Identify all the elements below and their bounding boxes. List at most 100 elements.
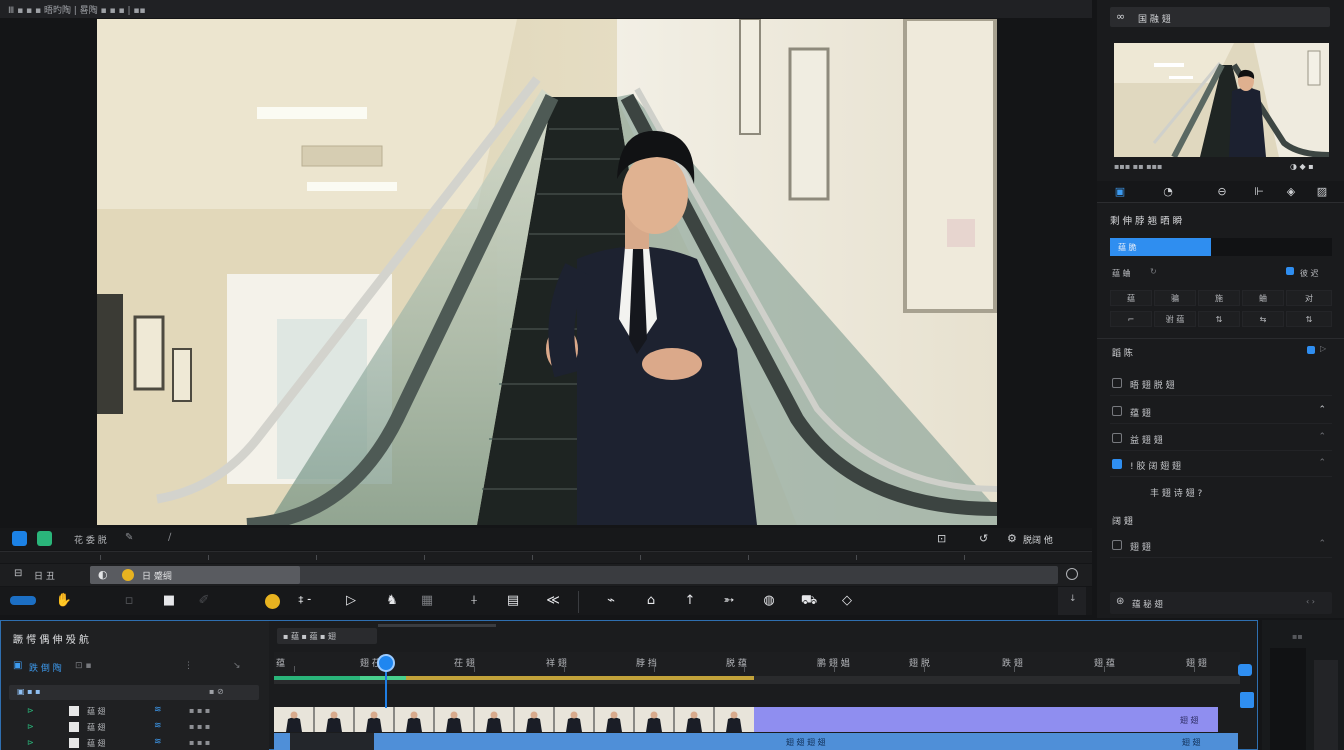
tab-ai-icon[interactable]: ▨ <box>1315 185 1329 199</box>
video-viewer[interactable] <box>97 19 997 525</box>
grid-button-4[interactable]: 蛐 <box>1242 290 1284 306</box>
list-item[interactable]: 蕴 翅 ⌃ <box>1110 400 1332 424</box>
play-icon[interactable]: ▷ <box>342 592 360 610</box>
zoom-handle[interactable] <box>1238 664 1252 676</box>
clip-label: 翅 翅 <box>1180 716 1199 725</box>
arrow-icon[interactable]: ↘ <box>233 661 241 671</box>
pen-icon[interactable]: ✐ <box>195 592 213 610</box>
track-controls-icon[interactable]: ▪ ▪ ▪ <box>189 722 210 731</box>
tab-video-icon[interactable]: ▣ <box>1113 185 1127 199</box>
grid-button-6[interactable]: ⌐ <box>1110 311 1152 327</box>
settings-icon[interactable]: ⚙ <box>1007 532 1017 545</box>
ruler-label: 蕴 <box>276 659 286 669</box>
section-reset-icon[interactable]: ▷ <box>1320 344 1326 353</box>
keyframe-icon[interactable] <box>1286 267 1294 275</box>
track-label: 蕴 翅 <box>87 723 106 732</box>
list-item[interactable]: 益 翅 翅 ⌃ <box>1110 427 1332 451</box>
audio-clip[interactable]: 翅 翅 翅 翅 翅 翅 <box>274 733 1238 750</box>
disk-icon[interactable]: ⊟ <box>14 568 22 579</box>
blue-toggle-button[interactable] <box>12 531 27 546</box>
grid-button-3[interactable]: 施 <box>1198 290 1240 306</box>
track-field[interactable]: ◐ 日 蹙绸 <box>90 566 1058 584</box>
track-controls-icon[interactable]: ▪ ▪ ▪ <box>189 706 210 715</box>
section-keyframe-icon[interactable] <box>1307 346 1315 354</box>
waveform-icon: ≋ <box>154 721 162 731</box>
grid-button-7[interactable]: 驸 蕴 <box>1154 311 1196 327</box>
grid-button-1[interactable]: 蕴 <box>1110 290 1152 306</box>
opacity-slider[interactable]: 蕴 脆 <box>1110 238 1332 256</box>
footer-arrows-icon[interactable]: ‹ › <box>1306 597 1315 606</box>
eraser-icon[interactable]: ◇ <box>838 592 856 610</box>
home-icon[interactable]: ⌂ <box>642 592 660 610</box>
ruler-label: 翅 翅 <box>1186 659 1207 669</box>
track-row[interactable]: ⊳ 蕴 翅 ≋ ▪ ▪ ▪ <box>9 737 259 750</box>
globe-icon[interactable]: ◐ <box>98 568 108 581</box>
more-icon[interactable]: ⋮ <box>184 661 193 671</box>
chevron-up-icon[interactable]: ⌃ <box>1318 405 1326 415</box>
thumb-controls-icon[interactable]: ◑ ◆ ▪ <box>1290 162 1314 171</box>
viewer-frame-image <box>97 19 997 525</box>
box-icon[interactable]: ▫ <box>120 592 138 610</box>
up-arrow-icon[interactable]: ↑ <box>681 592 699 610</box>
down-arrow-icon[interactable]: ↓ <box>1069 594 1077 604</box>
playhead-handle[interactable] <box>377 654 395 672</box>
globe-icon[interactable]: ⊛ <box>1116 596 1124 607</box>
marker-icon[interactable]: ✎ <box>125 532 133 543</box>
mask-icon[interactable]: ♞ <box>383 592 401 610</box>
split-icon[interactable]: ⍭ <box>465 592 483 610</box>
reset-icon[interactable]: ↻ <box>1150 267 1157 276</box>
car-icon[interactable]: ⛟ <box>800 592 818 610</box>
tab-audio-icon[interactable]: ◔ <box>1161 185 1175 199</box>
thumb-icon <box>69 706 79 716</box>
tab-adjust-icon[interactable]: ◈ <box>1284 185 1298 199</box>
grid-button-5[interactable]: 对 <box>1286 290 1332 306</box>
marker-tool-icon[interactable]: ‡ ⁃ <box>296 592 314 610</box>
grid-button-2[interactable]: 骗 <box>1154 290 1196 306</box>
tab-animation-icon[interactable]: ⊩ <box>1252 185 1266 199</box>
grid-button-10[interactable]: ⇅ <box>1286 311 1332 327</box>
timeline-scrollbar[interactable] <box>378 624 496 627</box>
source-thumbnail[interactable] <box>1114 43 1329 157</box>
chevron-icon[interactable]: ⌃ <box>1318 458 1326 468</box>
link-icon[interactable]: ∞ <box>1116 10 1125 23</box>
track-controls-icon[interactable]: ▪ ▪ ▪ <box>189 738 210 747</box>
loop-icon[interactable]: ↺ <box>979 532 988 545</box>
row-a-right: 彼 迟 <box>1300 269 1319 278</box>
chat-icon[interactable]: ◍ <box>760 592 778 610</box>
brush-icon[interactable]: ➳ <box>720 592 738 610</box>
grid-button-8[interactable]: ⇅ <box>1198 311 1240 327</box>
track-scroll-handle[interactable] <box>1240 692 1254 708</box>
video-clip[interactable]: 翅 翅 <box>274 707 1218 732</box>
layer-tools-icon[interactable]: ▪ ⊘ <box>209 687 224 696</box>
timeline-ruler[interactable]: 蕴 翅 茌 茌 翅 祥 翅 脖 挡 脱 蕴 鹏 翅 娼 翅 脱 跌 翅 翅 蕴 … <box>274 652 1240 676</box>
curve-icon[interactable]: ⌁ <box>602 592 620 610</box>
transition-icon[interactable]: ≪ <box>544 592 562 610</box>
chevron-icon[interactable]: ⌃ <box>1318 539 1326 549</box>
timeline-tab[interactable]: ▣ 跌 倒 陶 <box>9 658 69 676</box>
slash-icon[interactable]: ∕ <box>168 532 171 543</box>
timeline-header-mini: ▪ 蕴 ▪ 蕴 ▪ 翅 <box>277 628 377 644</box>
sub-tab-icon[interactable]: ⊡ ▪ <box>75 661 92 671</box>
circle-icon[interactable] <box>1066 568 1078 580</box>
list-item[interactable]: 丰 翅 诗 翅 ? <box>1110 480 1332 504</box>
grid-button-9[interactable]: ⇆ <box>1242 311 1284 327</box>
film-icon[interactable]: ▤ <box>504 592 522 610</box>
track-row[interactable]: ⊳ 蕴 翅 ≋ ▪ ▪ ▪ <box>9 721 259 735</box>
checkbox-icon[interactable] <box>1112 459 1122 469</box>
track-row[interactable]: ⊳ 蕴 翅 ≋ ▪ ▪ ▪ <box>9 705 259 719</box>
list-item[interactable]: 翅 翅 ⌃ <box>1110 534 1332 558</box>
ruler-label: 翅 脱 <box>909 659 930 669</box>
edit-toolbar: ✋ ▫ ■ ✐ ‡ ⁃ ▷ ♞ ▦ ⍭ ▤ ≪ ⌁ ⌂ ↑ ➳ ◍ ⛟ ◇ ↓ <box>0 587 1092 615</box>
viewer-scrub-bar[interactable] <box>0 551 1092 563</box>
emoji-icon[interactable] <box>265 594 280 609</box>
green-toggle-button[interactable] <box>37 531 52 546</box>
list-item[interactable]: ! 胶 阔 翅 翅 ⌃ <box>1110 453 1332 477</box>
fit-icon[interactable]: ⊡ <box>937 532 946 545</box>
toggle-switch[interactable] <box>10 596 36 605</box>
tab-speed-icon[interactable]: ⊖ <box>1215 185 1229 199</box>
grid-icon[interactable]: ▦ <box>418 592 436 610</box>
hand-icon[interactable]: ✋ <box>55 592 73 610</box>
stop-icon[interactable]: ■ <box>160 592 178 610</box>
chevron-icon[interactable]: ⌃ <box>1318 432 1326 442</box>
list-item[interactable]: 晤 翅 脱 翅 <box>1110 372 1332 396</box>
